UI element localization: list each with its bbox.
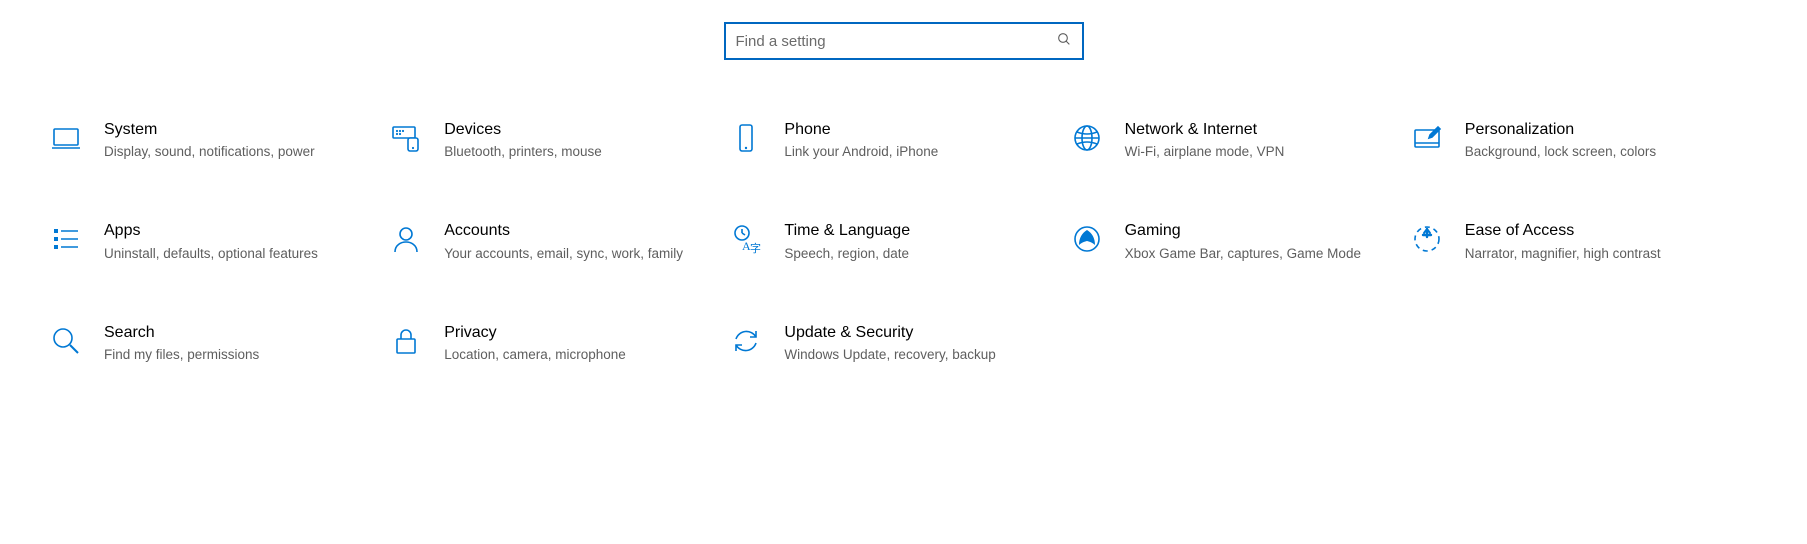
search-input[interactable] — [734, 32, 1056, 51]
tile-title: Phone — [784, 120, 1046, 139]
tile-title: Network & Internet — [1125, 120, 1387, 139]
tile-ease-of-access[interactable]: Ease of Access Narrator, magnifier, high… — [1407, 221, 1747, 262]
tile-gaming[interactable]: Gaming Xbox Game Bar, captures, Game Mod… — [1067, 221, 1407, 262]
tile-title: Personalization — [1465, 120, 1727, 139]
tile-desc: Wi-Fi, airplane mode, VPN — [1125, 143, 1387, 161]
tile-desc: Uninstall, defaults, optional features — [104, 245, 366, 263]
tile-title: Accounts — [444, 221, 706, 240]
tile-apps[interactable]: Apps Uninstall, defaults, optional featu… — [46, 221, 386, 262]
ease-of-access-icon — [1407, 221, 1447, 257]
tile-desc: Find my files, permissions — [104, 346, 366, 364]
settings-grid: System Display, sound, notifications, po… — [0, 100, 1807, 384]
tile-title: Update & Security — [784, 323, 1046, 342]
search-icon — [1056, 31, 1072, 52]
tile-desc: Narrator, magnifier, high contrast — [1465, 245, 1727, 263]
tile-title: Apps — [104, 221, 366, 240]
tile-system[interactable]: System Display, sound, notifications, po… — [46, 120, 386, 161]
tile-title: Time & Language — [784, 221, 1046, 240]
tile-desc: Your accounts, email, sync, work, family — [444, 245, 706, 263]
tile-personalization[interactable]: Personalization Background, lock screen,… — [1407, 120, 1747, 161]
search-box[interactable] — [724, 22, 1084, 60]
gaming-icon — [1067, 221, 1107, 257]
tile-title: Devices — [444, 120, 706, 139]
personalization-icon — [1407, 120, 1447, 156]
tile-accounts[interactable]: Accounts Your accounts, email, sync, wor… — [386, 221, 726, 262]
tile-desc: Bluetooth, printers, mouse — [444, 143, 706, 161]
apps-icon — [46, 221, 86, 257]
devices-icon — [386, 120, 426, 156]
tile-desc: Link your Android, iPhone — [784, 143, 1046, 161]
tile-desc: Windows Update, recovery, backup — [784, 346, 1046, 364]
tile-desc: Xbox Game Bar, captures, Game Mode — [1125, 245, 1387, 263]
globe-icon — [1067, 120, 1107, 156]
system-icon — [46, 120, 86, 156]
phone-icon — [726, 120, 766, 156]
tile-title: Ease of Access — [1465, 221, 1727, 240]
tile-desc: Background, lock screen, colors — [1465, 143, 1727, 161]
tile-title: Search — [104, 323, 366, 342]
privacy-icon — [386, 323, 426, 359]
search-category-icon — [46, 323, 86, 359]
search-container — [0, 0, 1807, 100]
tile-title: Gaming — [1125, 221, 1387, 240]
tile-search[interactable]: Search Find my files, permissions — [46, 323, 386, 364]
tile-desc: Location, camera, microphone — [444, 346, 706, 364]
tile-title: System — [104, 120, 366, 139]
tile-devices[interactable]: Devices Bluetooth, printers, mouse — [386, 120, 726, 161]
time-language-icon: A 字 — [726, 221, 766, 257]
tile-desc: Display, sound, notifications, power — [104, 143, 366, 161]
tile-time-language[interactable]: A 字 Time & Language Speech, region, date — [726, 221, 1066, 262]
tile-phone[interactable]: Phone Link your Android, iPhone — [726, 120, 1066, 161]
tile-title: Privacy — [444, 323, 706, 342]
svg-text:字: 字 — [750, 241, 761, 255]
tile-update-security[interactable]: Update & Security Windows Update, recove… — [726, 323, 1066, 364]
tile-network[interactable]: Network & Internet Wi-Fi, airplane mode,… — [1067, 120, 1407, 161]
update-icon — [726, 323, 766, 359]
accounts-icon — [386, 221, 426, 257]
tile-privacy[interactable]: Privacy Location, camera, microphone — [386, 323, 726, 364]
tile-desc: Speech, region, date — [784, 245, 1046, 263]
